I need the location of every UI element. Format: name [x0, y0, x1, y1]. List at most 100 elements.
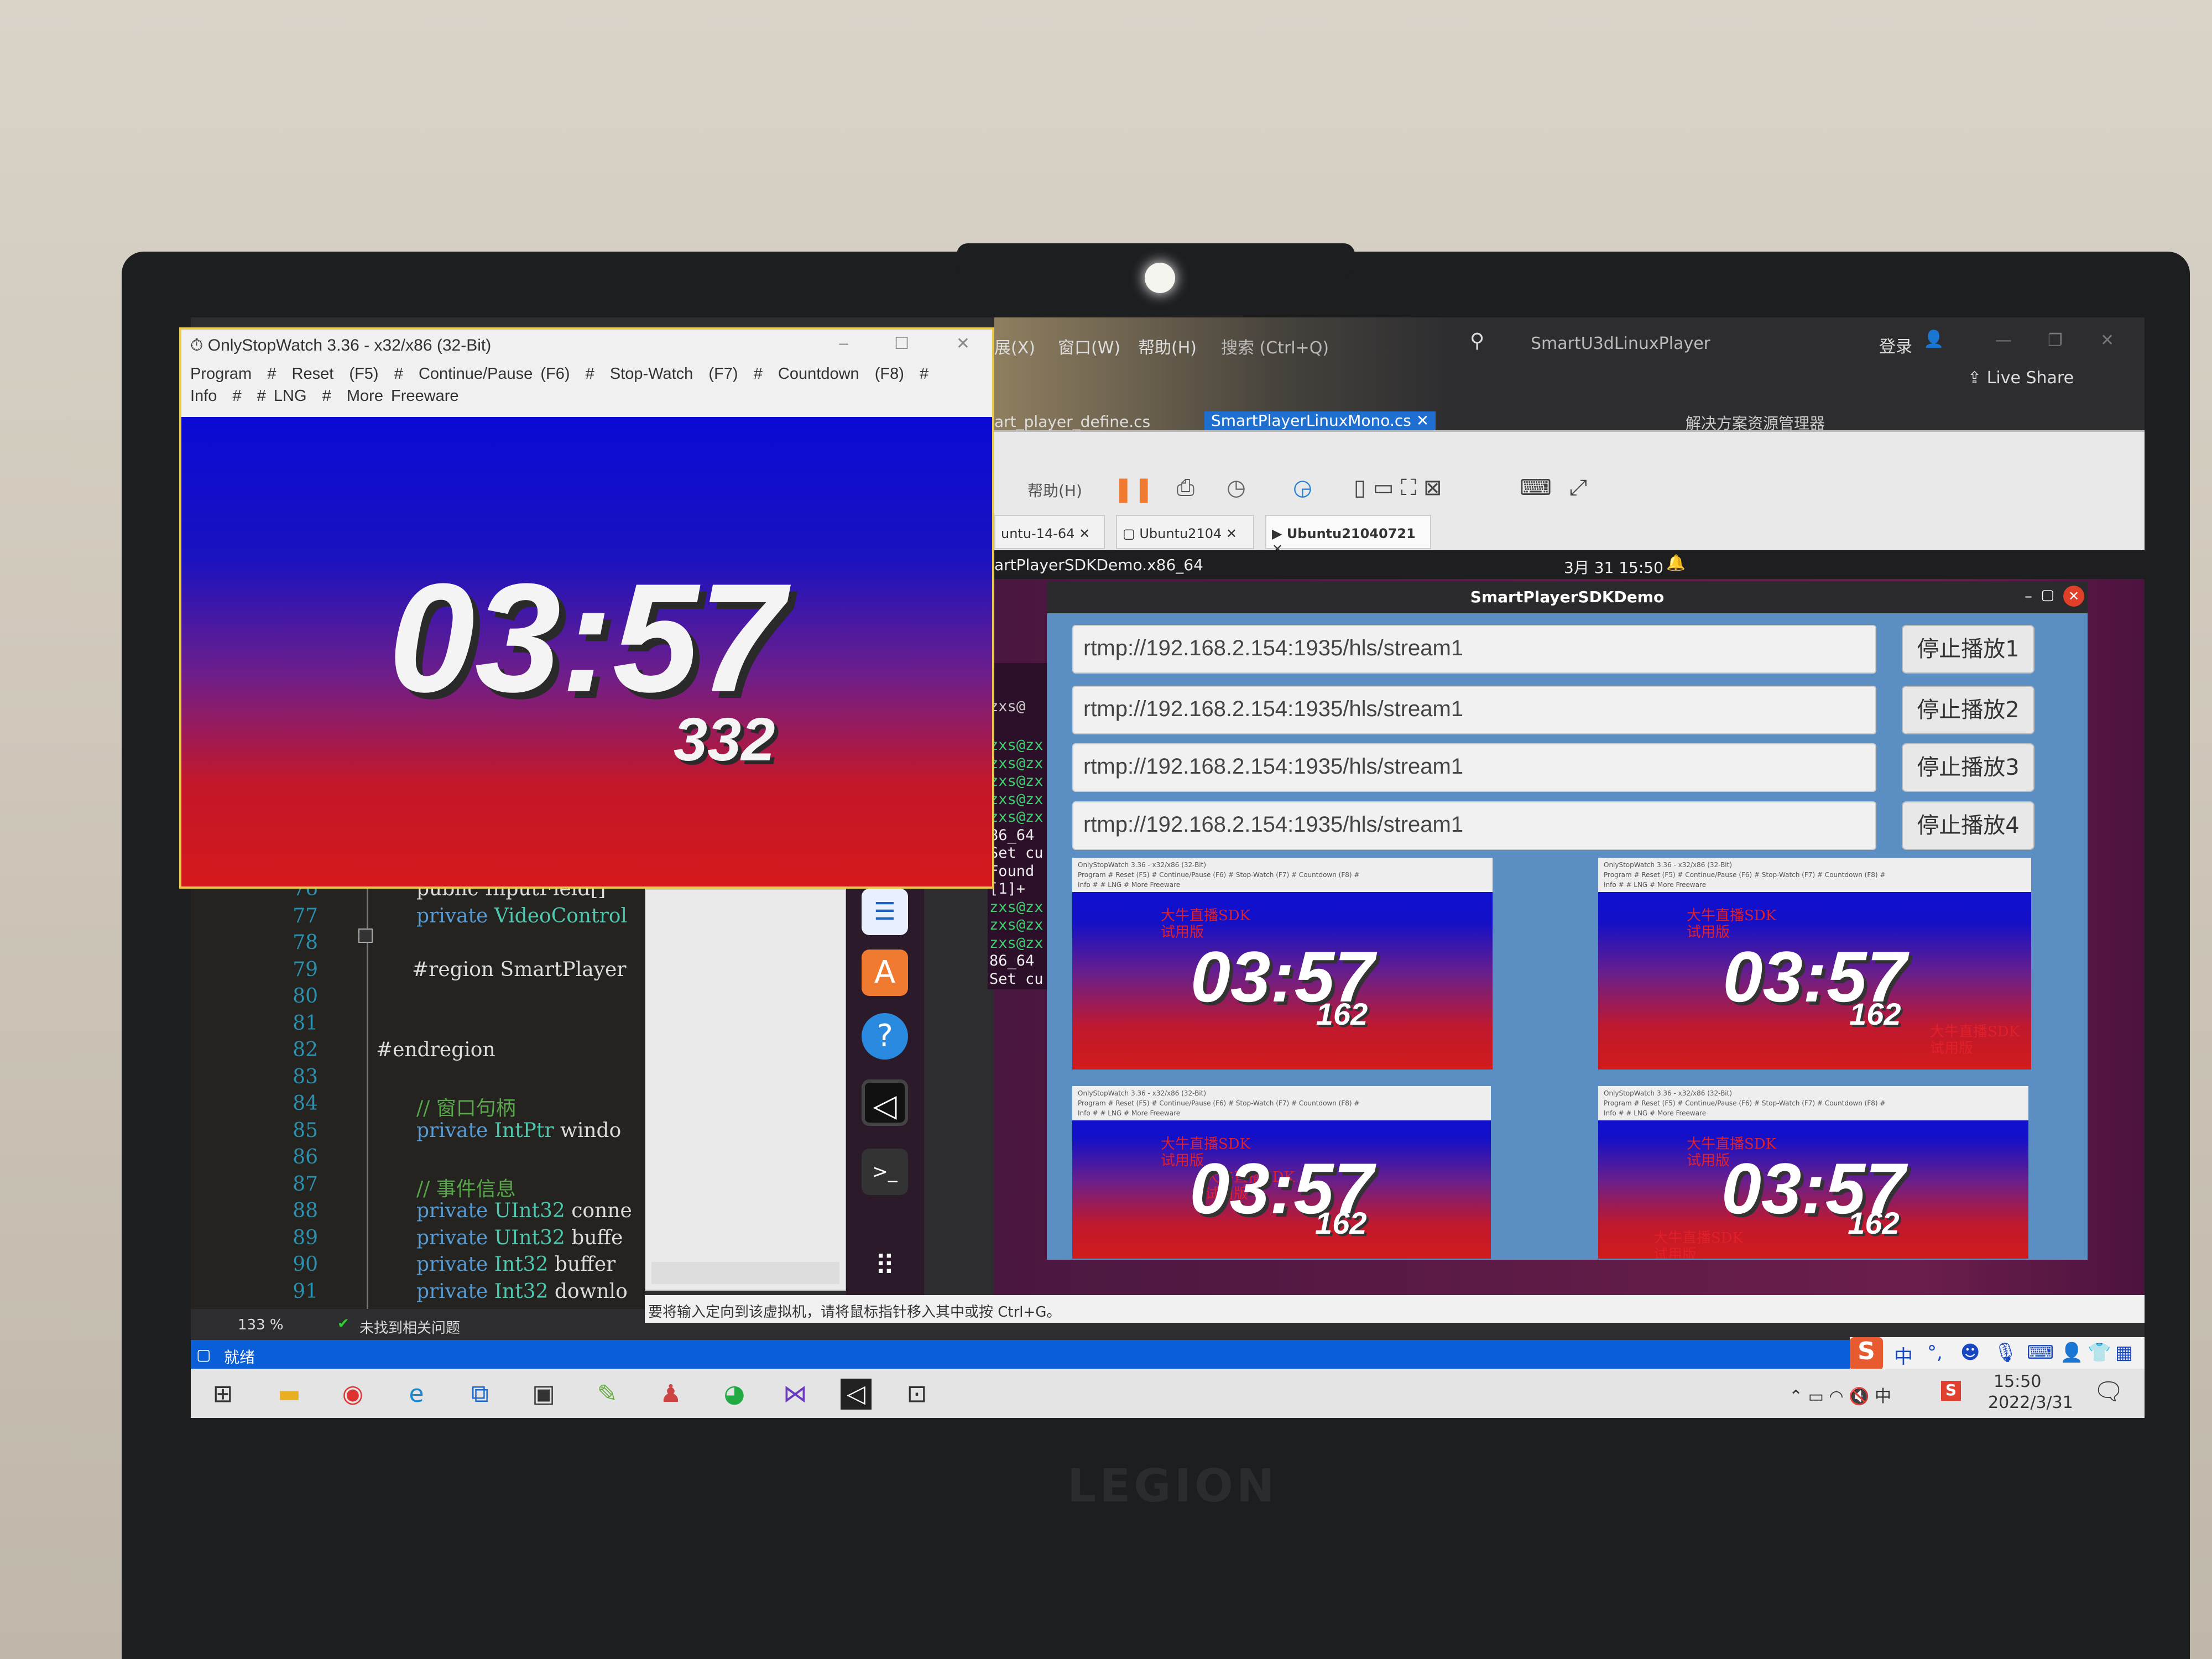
tab-smartplayer-cs[interactable]: SmartPlayerLinuxMono.cs ✕ — [1204, 411, 1436, 430]
terminal[interactable]: zxs@ zxs@zx zxs@zx zxs@zx zxs@zx zxs@zx 86_64 S… — [988, 663, 1047, 989]
text-editor-icon[interactable]: ☰ — [862, 889, 908, 935]
menu-help[interactable]: 帮助(H) — [1138, 334, 1197, 358]
search-box[interactable]: 搜索 (Ctrl+Q) — [1221, 334, 1329, 358]
menu-window[interactable]: 窗口(W) — [1058, 334, 1120, 358]
live-share-button[interactable]: ⇪ Live Share — [1968, 368, 2074, 388]
vm-menu-help[interactable]: 帮助(H) — [1027, 479, 1082, 501]
unity-icon[interactable]: ◁ — [841, 1379, 872, 1410]
code-line: private Int32 downlo — [416, 1280, 628, 1303]
stop-play-button-3[interactable]: 停止播放3 — [1902, 743, 2034, 792]
stream-url-input[interactable]: rtmp://192.168.2.154:1935/hls/stream1 — [1072, 743, 1876, 792]
terminal-line: Set cu — [989, 844, 1044, 862]
emoji-icon[interactable]: ☻ — [1960, 1342, 1980, 1364]
close-button[interactable]: ✕ — [2100, 331, 2114, 350]
terminal-icon[interactable]: >_ — [862, 1149, 908, 1195]
menu-bar[interactable]: Program # Reset (F5) # Continue/Pause (F… — [181, 363, 992, 407]
menu-line-2[interactable]: Info # # LNG # More Freeware — [190, 385, 983, 407]
minimize-button[interactable]: – — [839, 334, 848, 353]
ubuntu-clock[interactable]: 3月 31 15:50 — [1564, 556, 1663, 578]
zoom-level[interactable]: 133 % — [238, 1317, 284, 1333]
ime-mode[interactable]: 中 — [1894, 1342, 1913, 1369]
issues-status[interactable]: 未找到相关问题 — [359, 1317, 460, 1337]
line-number: 89 — [293, 1226, 318, 1249]
vm-tab-ubuntu2104[interactable]: ▢ Ubuntu2104 ✕ — [1116, 515, 1254, 549]
code-line: private Int32 buffer — [416, 1253, 615, 1276]
user-icon[interactable]: 👤 — [1923, 330, 1944, 349]
horizontal-scrollbar[interactable] — [651, 1262, 839, 1284]
vm-tab-ubuntu21040721[interactable]: ▶ Ubuntu21040721 ✕ — [1265, 515, 1431, 557]
help-icon[interactable]: ? — [862, 1013, 908, 1060]
terminal-line: 86_64 — [989, 952, 1035, 969]
video-window-header: OnlyStopWatch 3.36 - x32/x86 (32-Bit) Pro… — [1072, 858, 1493, 892]
file-explorer-icon[interactable]: ▬ — [274, 1379, 305, 1410]
start-icon[interactable]: ⊞ — [207, 1379, 238, 1410]
stream-url-input[interactable]: rtmp://192.168.2.154:1935/hls/stream1 — [1072, 686, 1876, 734]
terminal-line: Set cu — [989, 970, 1044, 988]
terminal-line: zxs@zx — [989, 754, 1044, 772]
skin-icon[interactable]: 👕 — [2088, 1342, 2111, 1364]
tray-date[interactable]: 2022/3/31 — [1988, 1393, 2073, 1412]
chrome-icon[interactable]: ◉ — [337, 1379, 368, 1410]
notification-icon[interactable]: 🗨 — [2093, 1377, 2124, 1406]
stop-play-button-1[interactable]: 停止播放1 — [1902, 625, 2034, 674]
maximize-button[interactable]: ▢ — [2041, 587, 2054, 603]
app-icon[interactable]: ⊡ — [901, 1379, 932, 1410]
bell-icon[interactable]: 🔔 — [1666, 554, 1686, 572]
sogou-icon[interactable]: S — [1850, 1337, 1883, 1370]
maximize-button[interactable]: ☐ — [894, 334, 909, 353]
minimize-button[interactable]: — — [1995, 331, 2012, 350]
code-line: private IntPtr windo — [416, 1119, 621, 1142]
ie-icon[interactable]: e — [401, 1379, 432, 1410]
check-icon: ✔ — [337, 1316, 349, 1332]
wechat-icon[interactable]: ◕ — [719, 1379, 750, 1410]
code-comment: // 窗口句柄 — [416, 1097, 516, 1120]
app-icon[interactable]: ♟ — [655, 1379, 686, 1410]
visual-studio-icon[interactable]: ⋈ — [780, 1379, 811, 1410]
restore-button[interactable]: ❐ — [2048, 331, 2063, 350]
collapse-toggle-icon[interactable] — [358, 928, 373, 943]
terminal-line: zxs@zx — [989, 916, 1044, 933]
code-type: UInt32 — [494, 1199, 565, 1222]
stop-play-button-2[interactable]: 停止播放2 — [1902, 686, 2034, 734]
code-line: private VideoControl — [416, 905, 627, 927]
menu-extensions[interactable]: 展(X) — [994, 334, 1035, 358]
snapshot-icon[interactable]: ◷ — [1227, 475, 1246, 500]
code-editor[interactable]: 76 public InputField[] 77 private VideoCont… — [191, 878, 645, 1309]
unity-icon[interactable]: ◁ — [862, 1079, 908, 1126]
keyboard-icon[interactable]: ⌨ — [2027, 1342, 2054, 1364]
pause-icon[interactable]: ❚❚ — [1113, 475, 1154, 503]
vmware-icon[interactable]: ⧉ — [465, 1379, 495, 1410]
minimize-button[interactable]: – — [2025, 587, 2032, 605]
vm-tab-ubuntu-14-64[interactable]: untu-14-64 ✕ — [994, 515, 1105, 549]
cmd-icon[interactable]: ▣ — [528, 1379, 559, 1410]
stop-play-button-4[interactable]: 停止播放4 — [1902, 801, 2034, 850]
app-menu[interactable]: artPlayerSDKDemo.x86_64 — [994, 556, 1203, 574]
snapshot-manager-icon[interactable]: ◶ — [1293, 475, 1312, 500]
stream-url-input[interactable]: rtmp://192.168.2.154:1935/hls/stream1 — [1072, 801, 1876, 850]
menu-line-1[interactable]: Program # Reset (F5) # Continue/Pause (F… — [190, 363, 983, 385]
terminal-tab[interactable]: zxs@ — [989, 665, 1045, 737]
send-keys-icon[interactable]: ⎙ — [1177, 475, 1194, 500]
code-keyword: private — [416, 1280, 488, 1303]
close-button[interactable]: ✕ — [956, 334, 970, 353]
fullscreen-icon[interactable]: ⤢ — [1569, 475, 1587, 500]
software-center-icon[interactable]: A — [862, 950, 908, 996]
toolbox-icon[interactable]: ▦ — [2115, 1342, 2133, 1364]
tab-define-cs[interactable]: art_player_define.cs — [994, 413, 1150, 431]
terminal-line: 86_64 — [989, 826, 1035, 844]
system-tray-icons[interactable]: ⌃ ▭ ◠ 🔇 中 — [1789, 1383, 1891, 1407]
view-layout-icon[interactable]: ▯ ▭ ⛶ ⊠ — [1354, 475, 1442, 500]
user-icon[interactable]: 👤 — [2060, 1342, 2083, 1364]
console-icon[interactable]: ⌨ — [1520, 475, 1552, 500]
mic-icon[interactable]: 🎙 — [1994, 1342, 2017, 1364]
app-icon[interactable]: ✎ — [592, 1379, 623, 1410]
tray-time[interactable]: 15:50 — [1994, 1372, 2041, 1391]
app-grid-icon[interactable]: ⠿ — [862, 1243, 908, 1289]
punctuation-icon[interactable]: °, — [1927, 1342, 1943, 1364]
close-button[interactable]: ✕ — [2063, 586, 2084, 607]
search-icon[interactable]: ⚲ — [1470, 330, 1484, 352]
ubuntu-top-bar: artPlayerSDKDemo.x86_64 3月 31 15:50 🔔 — [994, 550, 2145, 579]
sogou-tray-icon[interactable]: S — [1941, 1381, 1961, 1401]
login-link[interactable]: 登录 — [1879, 333, 1912, 357]
stream-url-input[interactable]: rtmp://192.168.2.154:1935/hls/stream1 — [1072, 625, 1876, 674]
